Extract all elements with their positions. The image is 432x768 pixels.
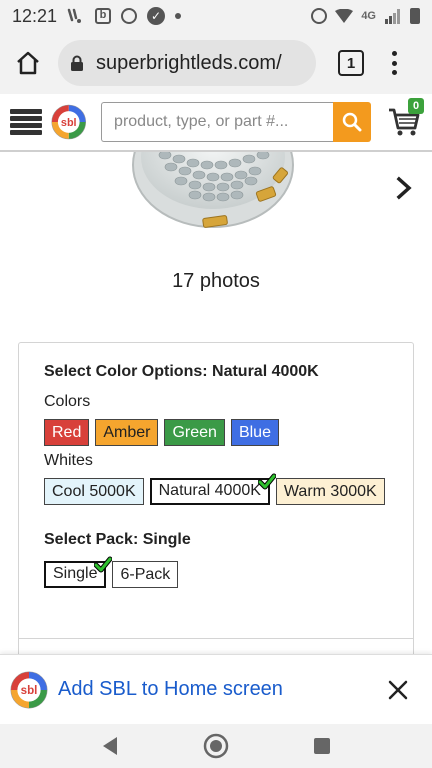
battery-icon [410,8,420,24]
home-icon [17,51,39,75]
product-gallery[interactable] [0,152,432,257]
svg-text:sbl: sbl [60,117,76,129]
recents-icon[interactable] [313,737,331,755]
add-to-home-screen-banner[interactable]: sbl Add SBL to Home screen [0,654,432,724]
color-option-amber[interactable]: Amber [95,419,159,446]
screen: 12:21 b ✓ 4G superbrightleds.com/ 1 sbl … [0,0,432,768]
white-option-cool[interactable]: Cool 5000K [44,478,144,505]
white-swatch-row: Cool 5000K Natural 4000K Warm 3000K [44,473,413,505]
more-vert-icon-dot [391,70,397,75]
product-options-card: Select Color Options: Natural 4000K Colo… [18,342,414,682]
address-bar[interactable]: superbrightleds.com/ [58,40,316,86]
colors-label: Colors [44,393,91,410]
pack-option-single[interactable]: Single [44,556,113,588]
sbl-logo[interactable]: sbl [51,104,87,140]
cart-count-badge: 0 [408,98,425,114]
system-nav-bar [0,724,432,768]
chevron-right-icon[interactable] [394,176,414,200]
browser-menu-button[interactable] [388,50,400,76]
cart-button[interactable]: 0 [387,98,425,140]
color-options-title: Select Color Options: Natural 4000K [44,363,319,380]
color-option-blue[interactable]: Blue [230,419,279,446]
selected-check-icon [94,556,113,573]
whites-label: Whites [44,452,93,469]
status-bar: 12:21 b ✓ 4G [0,0,432,32]
signal-icon [384,8,402,24]
search-icon [342,112,362,132]
browser-toolbar: superbrightleds.com/ 1 [0,32,432,94]
tab-switcher-button[interactable]: 1 [338,50,364,76]
home-button[interactable] [10,45,46,81]
white-option-natural[interactable]: Natural 4000K [149,473,276,505]
hamburger-menu-icon[interactable] [10,109,42,135]
search-input[interactable] [101,102,334,142]
pack-swatch-row: Single 6-Pack [44,556,413,588]
color-option-green[interactable]: Green [164,419,225,446]
pack-option-6-pack[interactable]: 6-Pack [112,561,179,588]
status-time: 12:21 [12,5,58,26]
dot-icon [175,13,182,19]
url-text: superbrightleds.com/ [96,51,282,74]
more-vert-icon-dot [391,60,397,66]
close-icon[interactable] [388,680,408,700]
sbl-logo: sbl [10,671,48,708]
color-option-red[interactable]: Red [44,419,90,446]
back-icon[interactable] [101,736,119,756]
b-app-icon: b [95,8,112,24]
site-header: sbl 0 [0,94,432,152]
search-button[interactable] [333,102,371,142]
photo-count[interactable]: 17 photos [0,270,432,293]
product-image [132,152,294,228]
selected-check-icon [257,473,276,490]
svg-text:sbl: sbl [21,684,38,697]
add-to-home-screen-label[interactable]: Add SBL to Home screen [58,678,283,701]
pack-options-title: Select Pack: Single [44,531,191,548]
alarm-icon [121,8,138,24]
white-option-warm[interactable]: Warm 3000K [275,478,385,505]
home-nav-icon[interactable] [203,733,229,759]
check-circle-icon: ✓ [147,7,166,25]
notification-icon [67,8,85,24]
network-type: 4G [361,10,376,22]
wifi-icon [335,9,354,23]
color-swatch-row: Red Amber Green Blue [44,419,413,446]
lock-icon [71,55,83,71]
more-vert-icon-dot [391,51,397,56]
alarm-icon [311,8,328,24]
card-divider [19,638,413,639]
